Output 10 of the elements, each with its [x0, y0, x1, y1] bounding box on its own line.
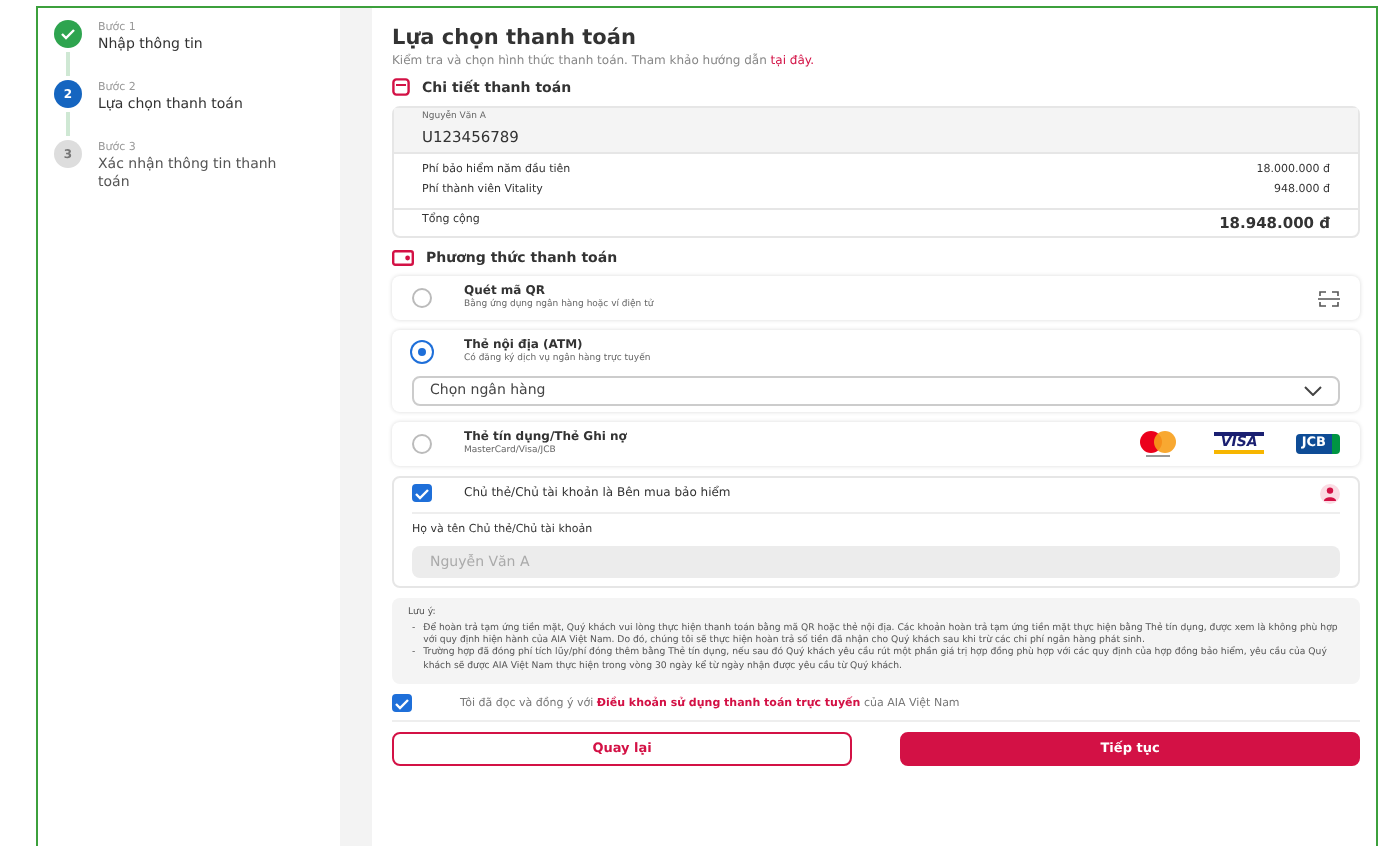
card-icon: [392, 250, 414, 267]
check-icon: [54, 20, 82, 48]
scan-icon: [1318, 289, 1340, 308]
radio-button[interactable]: [412, 433, 432, 454]
checkbox[interactable]: [392, 694, 412, 713]
radio-button[interactable]: [412, 288, 432, 309]
person-icon: [1320, 483, 1340, 504]
page-title: Lựa chọn thanh toán: [392, 26, 638, 52]
receipt-icon: [392, 78, 410, 97]
chevron-down-icon: [1304, 385, 1322, 396]
